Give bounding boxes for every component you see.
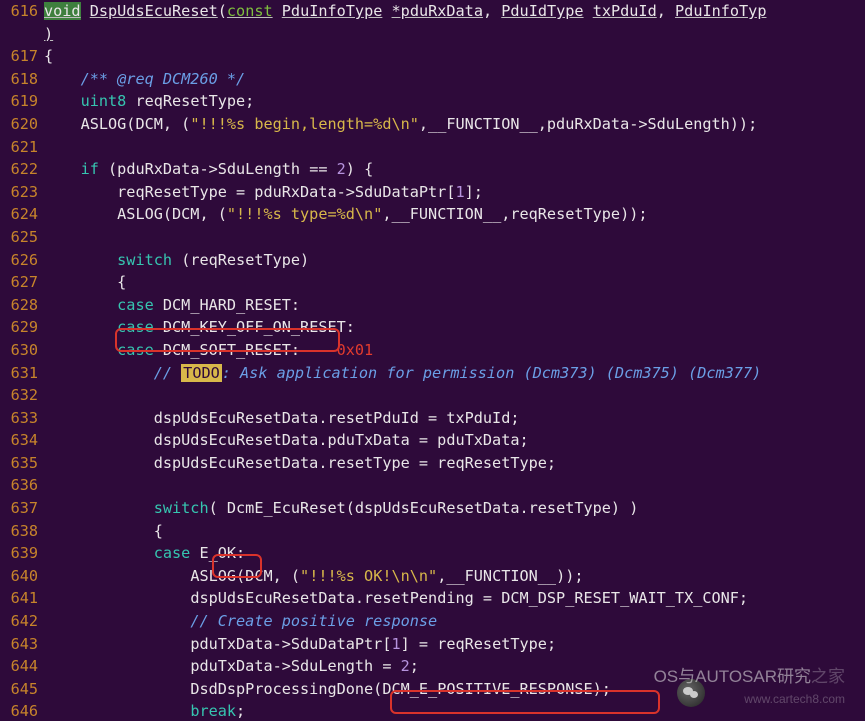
code-content[interactable]: if (pduRxData->SduLength == 2) { bbox=[44, 158, 865, 181]
code-content[interactable]: break; bbox=[44, 700, 865, 721]
code-line[interactable]: 640 ASLOG(DCM, ("!!!%s OK!\n\n",__FUNCTI… bbox=[0, 565, 865, 588]
code-line[interactable]: 619 uint8 reqResetType; bbox=[0, 90, 865, 113]
code-content[interactable]: reqResetType = pduRxData->SduDataPtr[1]; bbox=[44, 181, 865, 204]
code-line[interactable]: ) bbox=[0, 23, 865, 46]
code-content[interactable]: // TODO: Ask application for permission … bbox=[44, 362, 865, 385]
line-number: 625 bbox=[0, 226, 44, 249]
code-content[interactable]: ASLOG(DCM, ("!!!%s begin,length=%d\n",__… bbox=[44, 113, 865, 136]
line-number: 641 bbox=[0, 587, 44, 610]
line-number: 617 bbox=[0, 45, 44, 68]
code-content[interactable]: ) bbox=[44, 23, 865, 46]
code-content[interactable]: void DspUdsEcuReset(const PduInfoType *p… bbox=[44, 0, 865, 23]
line-number: 628 bbox=[0, 294, 44, 317]
code-line[interactable]: 628 case DCM_HARD_RESET: bbox=[0, 294, 865, 317]
code-content[interactable]: uint8 reqResetType; bbox=[44, 90, 865, 113]
line-number: 634 bbox=[0, 429, 44, 452]
code-content[interactable] bbox=[44, 136, 865, 159]
code-content[interactable]: switch( DcmE_EcuReset(dspUdsEcuResetData… bbox=[44, 497, 865, 520]
code-line[interactable]: 624 ASLOG(DCM, ("!!!%s type=%d\n",__FUNC… bbox=[0, 203, 865, 226]
code-content[interactable] bbox=[44, 384, 865, 407]
code-line[interactable]: 621 bbox=[0, 136, 865, 159]
code-content[interactable]: dspUdsEcuResetData.pduTxData = pduTxData… bbox=[44, 429, 865, 452]
code-line[interactable]: 639 case E_OK: bbox=[0, 542, 865, 565]
code-content[interactable]: case DCM_HARD_RESET: bbox=[44, 294, 865, 317]
code-line[interactable]: 629 case DCM_KEY_OFF_ON_RESET: bbox=[0, 316, 865, 339]
line-number: 637 bbox=[0, 497, 44, 520]
code-line[interactable]: 625 bbox=[0, 226, 865, 249]
code-content[interactable]: pduTxData->SduLength = 2; bbox=[44, 655, 865, 678]
code-line[interactable]: 620 ASLOG(DCM, ("!!!%s begin,length=%d\n… bbox=[0, 113, 865, 136]
code-line[interactable]: 631 // TODO: Ask application for permiss… bbox=[0, 362, 865, 385]
line-number: 636 bbox=[0, 474, 44, 497]
code-content[interactable]: DsdDspProcessingDone(DCM_E_POSITIVE_RESP… bbox=[44, 678, 865, 701]
code-line[interactable]: 637 switch( DcmE_EcuReset(dspUdsEcuReset… bbox=[0, 497, 865, 520]
line-number: 620 bbox=[0, 113, 44, 136]
code-content[interactable]: dspUdsEcuResetData.resetPduId = txPduId; bbox=[44, 407, 865, 430]
line-number: 629 bbox=[0, 316, 44, 339]
line-number: 630 bbox=[0, 339, 44, 362]
code-content[interactable]: /** @req DCM260 */ bbox=[44, 68, 865, 91]
code-content[interactable]: ASLOG(DCM, ("!!!%s OK!\n\n",__FUNCTION__… bbox=[44, 565, 865, 588]
todo-marker: TODO bbox=[181, 364, 222, 382]
code-content[interactable]: // Create positive response bbox=[44, 610, 865, 633]
code-content[interactable]: { bbox=[44, 45, 865, 68]
line-number: 644 bbox=[0, 655, 44, 678]
line-number: 623 bbox=[0, 181, 44, 204]
line-number bbox=[0, 23, 44, 46]
code-content[interactable] bbox=[44, 474, 865, 497]
annotation-label: 0x01 bbox=[337, 341, 374, 359]
line-number: 619 bbox=[0, 90, 44, 113]
line-number: 638 bbox=[0, 520, 44, 543]
code-content[interactable]: pduTxData->SduDataPtr[1] = reqResetType; bbox=[44, 633, 865, 656]
code-content[interactable]: case E_OK: bbox=[44, 542, 865, 565]
code-line[interactable]: 638 { bbox=[0, 520, 865, 543]
code-line[interactable]: 617 { bbox=[0, 45, 865, 68]
code-content[interactable] bbox=[44, 226, 865, 249]
line-number: 645 bbox=[0, 678, 44, 701]
code-line[interactable]: 642 // Create positive response bbox=[0, 610, 865, 633]
line-number: 635 bbox=[0, 452, 44, 475]
code-line[interactable]: 636 bbox=[0, 474, 865, 497]
line-number: 642 bbox=[0, 610, 44, 633]
line-number: 624 bbox=[0, 203, 44, 226]
line-number: 632 bbox=[0, 384, 44, 407]
line-number: 627 bbox=[0, 271, 44, 294]
code-line[interactable]: 644 pduTxData->SduLength = 2; bbox=[0, 655, 865, 678]
code-content[interactable]: { bbox=[44, 271, 865, 294]
code-content[interactable]: case DCM_KEY_OFF_ON_RESET: bbox=[44, 316, 865, 339]
line-number: 631 bbox=[0, 362, 44, 385]
code-line[interactable]: 616 void DspUdsEcuReset(const PduInfoTyp… bbox=[0, 0, 865, 23]
line-number: 622 bbox=[0, 158, 44, 181]
code-line[interactable]: 634 dspUdsEcuResetData.pduTxData = pduTx… bbox=[0, 429, 865, 452]
line-number: 616 bbox=[0, 0, 44, 23]
code-line[interactable]: 630 case DCM_SOFT_RESET: 0x01 bbox=[0, 339, 865, 362]
line-number: 639 bbox=[0, 542, 44, 565]
code-content[interactable]: switch (reqResetType) bbox=[44, 249, 865, 272]
code-line[interactable]: 646 break; bbox=[0, 700, 865, 721]
line-number: 646 bbox=[0, 700, 44, 721]
code-line[interactable]: 633 dspUdsEcuResetData.resetPduId = txPd… bbox=[0, 407, 865, 430]
code-line[interactable]: 635 dspUdsEcuResetData.resetType = reqRe… bbox=[0, 452, 865, 475]
code-content[interactable]: ASLOG(DCM, ("!!!%s type=%d\n",__FUNCTION… bbox=[44, 203, 865, 226]
line-number: 640 bbox=[0, 565, 44, 588]
code-line[interactable]: 627 { bbox=[0, 271, 865, 294]
code-line[interactable]: 618 /** @req DCM260 */ bbox=[0, 68, 865, 91]
code-editor[interactable]: 616 void DspUdsEcuReset(const PduInfoTyp… bbox=[0, 0, 865, 721]
code-line[interactable]: 643 pduTxData->SduDataPtr[1] = reqResetT… bbox=[0, 633, 865, 656]
code-content[interactable]: { bbox=[44, 520, 865, 543]
code-line[interactable]: 623 reqResetType = pduRxData->SduDataPtr… bbox=[0, 181, 865, 204]
code-line[interactable]: 622 if (pduRxData->SduLength == 2) { bbox=[0, 158, 865, 181]
line-number: 626 bbox=[0, 249, 44, 272]
code-content[interactable]: dspUdsEcuResetData.resetPending = DCM_DS… bbox=[44, 587, 865, 610]
line-number: 643 bbox=[0, 633, 44, 656]
line-number: 621 bbox=[0, 136, 44, 159]
line-number: 618 bbox=[0, 68, 44, 91]
code-content[interactable]: dspUdsEcuResetData.resetType = reqResetT… bbox=[44, 452, 865, 475]
code-line[interactable]: 626 switch (reqResetType) bbox=[0, 249, 865, 272]
code-line[interactable]: 645 DsdDspProcessingDone(DCM_E_POSITIVE_… bbox=[0, 678, 865, 701]
code-content[interactable]: case DCM_SOFT_RESET: 0x01 bbox=[44, 339, 865, 362]
code-line[interactable]: 632 bbox=[0, 384, 865, 407]
line-number: 633 bbox=[0, 407, 44, 430]
code-line[interactable]: 641 dspUdsEcuResetData.resetPending = DC… bbox=[0, 587, 865, 610]
